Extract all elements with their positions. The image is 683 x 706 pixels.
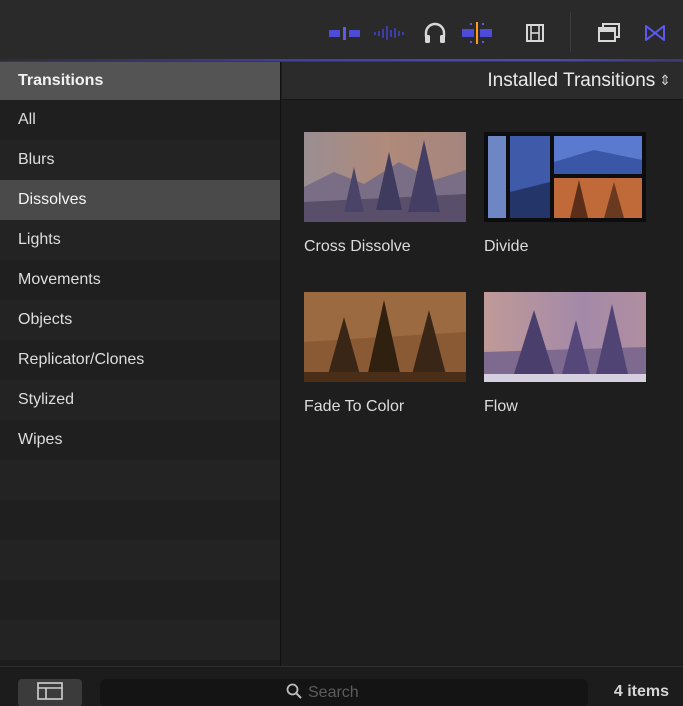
headphones-icon[interactable] xyxy=(422,22,448,44)
tile-label: Cross Dissolve xyxy=(304,238,411,255)
sidebar-header[interactable]: Transitions xyxy=(0,62,280,100)
sidebar-toggle-icon xyxy=(37,681,63,705)
sidebar-item-dissolves[interactable]: Dissolves xyxy=(0,180,280,220)
window-layout-icon[interactable] xyxy=(596,22,622,44)
toolbar-separator xyxy=(570,12,571,52)
tile-label: Divide xyxy=(484,238,529,255)
transition-tile-divide[interactable]: Divide xyxy=(484,132,646,256)
bottom-bar: Search 4 items xyxy=(0,666,683,706)
installed-transitions-selector[interactable]: Installed Transitions ⇕ xyxy=(282,62,683,100)
audio-waveform-icon[interactable] xyxy=(372,22,406,44)
sidebar-empty-row xyxy=(0,620,280,660)
installed-transitions-label: Installed Transitions xyxy=(487,69,656,91)
tile-label: Flow xyxy=(484,398,518,415)
divide-thumbnail xyxy=(484,132,646,222)
sidebar-item-stylized[interactable]: Stylized xyxy=(0,380,280,420)
category-list: All Blurs Dissolves Lights Movements Obj… xyxy=(0,100,280,660)
items-count: 4 items xyxy=(613,683,669,700)
transitions-browser: Installed Transitions ⇕ Cross Dissolve D… xyxy=(282,62,683,666)
cross-dissolve-thumbnail xyxy=(304,132,466,222)
fade-to-color-thumbnail xyxy=(304,292,466,382)
sidebar-empty-row xyxy=(0,580,280,620)
transition-tile-cross-dissolve[interactable]: Cross Dissolve xyxy=(304,132,466,256)
search-icon xyxy=(286,683,302,704)
top-toolbar xyxy=(0,0,683,62)
sidebar-empty-row xyxy=(0,460,280,500)
search-field[interactable]: Search xyxy=(100,679,588,706)
category-sidebar: Transitions All Blurs Dissolves Lights M… xyxy=(0,62,281,666)
sidebar-item-blurs[interactable]: Blurs xyxy=(0,140,280,180)
search-placeholder: Search xyxy=(308,684,359,701)
chevron-updown-icon: ⇕ xyxy=(659,72,671,88)
sidebar-empty-row xyxy=(0,540,280,580)
sidebar-item-objects[interactable]: Objects xyxy=(0,300,280,340)
sidebar-empty-row xyxy=(0,500,280,540)
filmstrip-icon[interactable] xyxy=(524,22,546,44)
tile-label: Fade To Color xyxy=(304,398,405,415)
sidebar-item-movements[interactable]: Movements xyxy=(0,260,280,300)
flow-thumbnail xyxy=(484,292,646,382)
transition-tile-flow[interactable]: Flow xyxy=(484,292,646,416)
toolbar-accent-line xyxy=(0,59,683,61)
transitions-browser-icon[interactable] xyxy=(642,22,668,44)
transition-tile-fade-to-color[interactable]: Fade To Color xyxy=(304,292,466,416)
sidebar-item-all[interactable]: All xyxy=(0,100,280,140)
sidebar-toggle-button[interactable] xyxy=(18,679,82,706)
sidebar-item-replicator-clones[interactable]: Replicator/Clones xyxy=(0,340,280,380)
sidebar-item-wipes[interactable]: Wipes xyxy=(0,420,280,460)
skimming-icon[interactable] xyxy=(460,22,494,44)
sidebar-item-lights[interactable]: Lights xyxy=(0,220,280,260)
clip-connection-icon[interactable] xyxy=(328,22,362,44)
